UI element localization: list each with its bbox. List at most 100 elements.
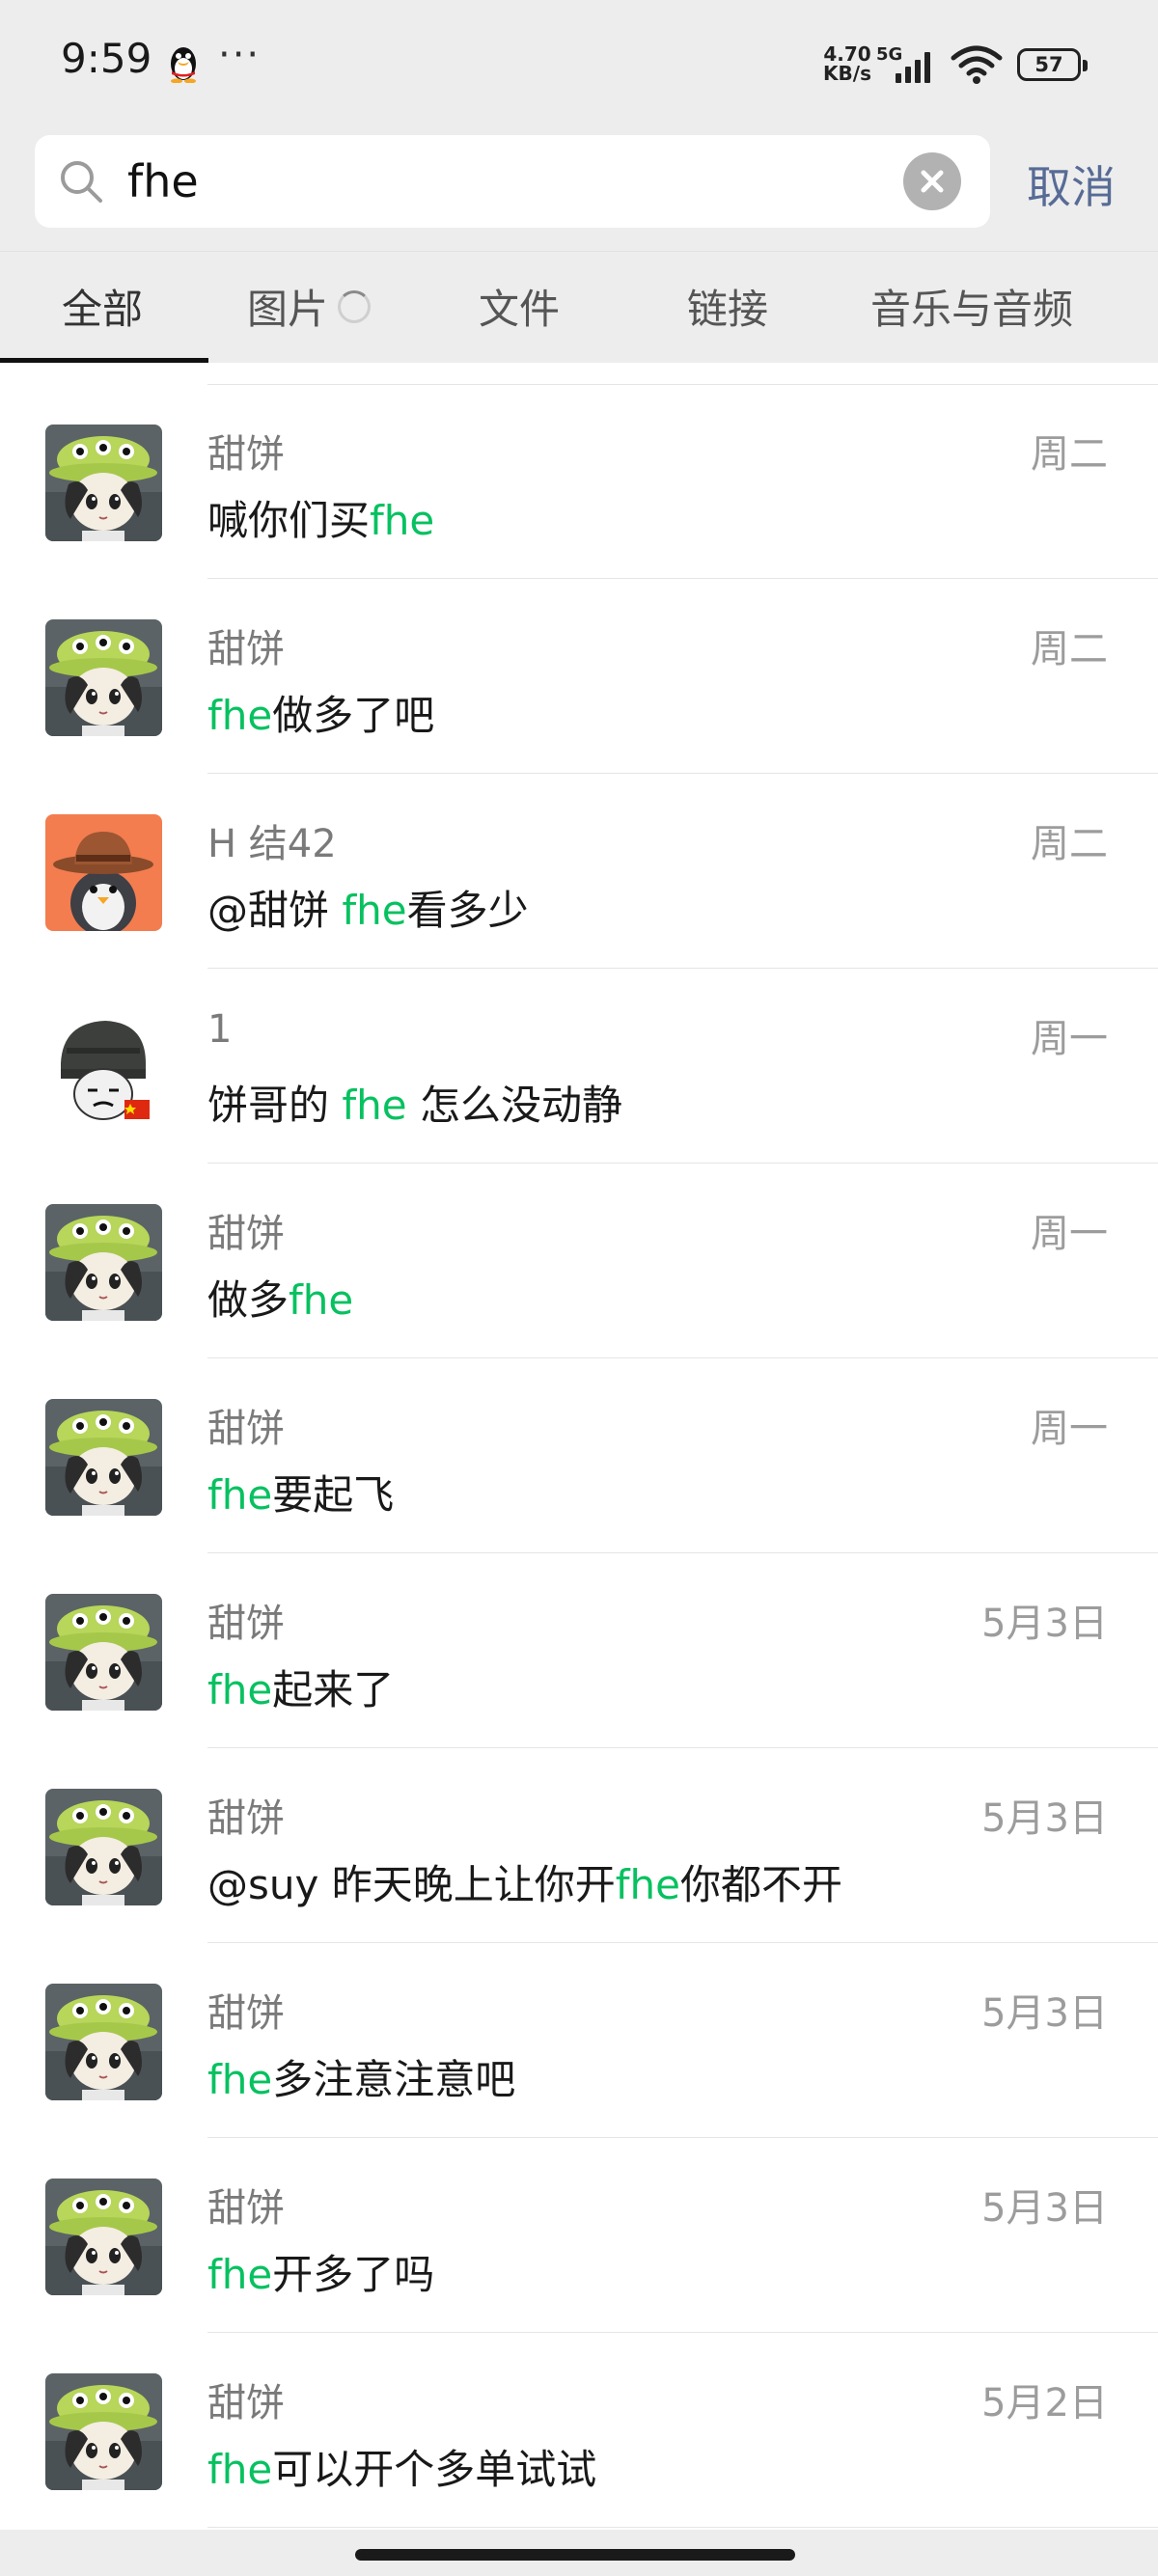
highlighted-keyword: fhe [207, 1666, 273, 1713]
avatar[interactable] [45, 1204, 162, 1321]
status-bar: 9:59 ··· 4.70 KB/s 5G 57 [0, 0, 1158, 127]
result-item[interactable]: 甜饼 5月2日 fhe可以开个多单试试 [0, 2333, 1158, 2528]
sender-name: 甜饼 [207, 1602, 285, 1646]
status-time: 9:59 [61, 35, 152, 82]
message-date: 5月2日 [981, 2381, 1108, 2425]
result-item[interactable]: 甜饼 周二 fhe做多了吧 [0, 579, 1158, 774]
network-speed: 4.70 KB/s [820, 44, 874, 83]
message-snippet: 喊你们买fhe [207, 488, 434, 547]
message-date: 5月3日 [981, 1796, 1108, 1841]
sender-name: 甜饼 [207, 2381, 285, 2425]
message-date: 周二 [1031, 822, 1108, 866]
sender-name: 甜饼 [207, 1991, 285, 2036]
highlighted-keyword: fhe [342, 1082, 407, 1129]
qq-penguin-icon [171, 47, 196, 83]
message-date: 周一 [1031, 1407, 1108, 1451]
message-text: 做多 [207, 1276, 290, 1324]
message-text: @suy 昨天晚上让你开 [207, 1861, 616, 1908]
tab-files[interactable]: 文件 [479, 277, 560, 336]
message-snippet: fhe起来了 [207, 1658, 394, 1716]
message-text: 喊你们买 [207, 497, 371, 544]
highlighted-keyword: fhe [207, 2056, 273, 2103]
highlighted-keyword: fhe [207, 2446, 273, 2493]
search-input[interactable] [127, 149, 899, 214]
message-date: 周一 [1031, 1017, 1108, 1061]
avatar[interactable] [45, 2179, 162, 2295]
tab-label: 全部 [62, 286, 144, 333]
home-indicator[interactable] [355, 2549, 795, 2561]
sender-name: 甜饼 [207, 1407, 285, 1451]
message-snippet: fhe做多了吧 [207, 683, 434, 742]
avatar[interactable] [45, 1984, 162, 2100]
divider [207, 2527, 1158, 2528]
avatar[interactable] [45, 814, 162, 931]
message-text: 做多了吧 [272, 692, 435, 739]
close-icon [921, 170, 944, 193]
highlighted-keyword: fhe [615, 1861, 680, 1908]
message-text: 多注意注意吧 [272, 2056, 516, 2103]
highlighted-keyword: fhe [207, 1471, 273, 1519]
message-text: @甜饼 [207, 887, 343, 934]
avatar[interactable] [45, 619, 162, 736]
message-text: 怎么没动静 [406, 1082, 622, 1129]
message-text: 起来了 [272, 1666, 395, 1713]
navigation-bar [0, 2530, 1158, 2576]
message-text: 饼哥的 [207, 1082, 343, 1129]
tab-images[interactable]: 图片 [247, 277, 372, 336]
search-results-list: 甜饼 周二 喊你们买fhe 甜饼 周二 fhe做多了吧 H 结42 周二 @甜饼 fhe看多… [0, 363, 1158, 2530]
result-item[interactable]: H 结42 周二 @甜饼 fhe看多少 [0, 774, 1158, 969]
battery-level: 57 [1034, 53, 1063, 76]
sender-name: 甜饼 [207, 1212, 285, 1256]
network-speed-unit: KB/s [823, 62, 871, 85]
tab-label: 链接 [687, 286, 769, 333]
result-item[interactable]: 甜饼 5月3日 fhe多注意注意吧 [0, 1943, 1158, 2138]
tab-label: 文件 [479, 286, 561, 333]
tab-label: 图片 [247, 286, 329, 333]
message-text: 开多了吗 [272, 2251, 435, 2298]
highlighted-keyword: fhe [342, 887, 407, 934]
avatar[interactable] [45, 1399, 162, 1516]
clear-search-button[interactable] [903, 152, 961, 210]
message-snippet: 做多fhe [207, 1268, 353, 1327]
battery-indicator: 57 [1017, 48, 1088, 81]
result-item[interactable]: 甜饼 5月3日 @suy 昨天晚上让你开fhe你都不开 [0, 1748, 1158, 1943]
highlighted-keyword: fhe [207, 2251, 273, 2298]
message-snippet: fhe可以开个多单试试 [207, 2437, 596, 2496]
message-date: 5月3日 [981, 1602, 1108, 1646]
sender-name: H 结42 [207, 822, 337, 866]
avatar[interactable] [45, 1009, 162, 1126]
tab-label: 音乐与音频 [870, 286, 1074, 333]
result-item[interactable]: 甜饼 5月3日 fhe开多了吗 [0, 2138, 1158, 2333]
message-date: 周二 [1031, 627, 1108, 671]
loading-spinner-icon [338, 289, 372, 323]
avatar[interactable] [45, 1789, 162, 1905]
avatar[interactable] [45, 1594, 162, 1711]
result-item[interactable]: 甜饼 5月3日 fhe起来了 [0, 1553, 1158, 1748]
message-snippet: fhe多注意注意吧 [207, 2047, 515, 2106]
message-date: 5月3日 [981, 1991, 1108, 2036]
message-snippet: fhe开多了吗 [207, 2242, 434, 2301]
message-text: 你都不开 [679, 1861, 842, 1908]
sender-name: 1 [207, 1007, 233, 1052]
message-snippet: @甜饼 fhe看多少 [207, 878, 529, 937]
message-snippet: fhe要起飞 [207, 1463, 394, 1521]
avatar[interactable] [45, 2373, 162, 2490]
message-text: 看多少 [406, 887, 529, 934]
signal-icon [896, 52, 930, 83]
message-text: 要起飞 [272, 1471, 395, 1519]
search-bar[interactable] [35, 135, 990, 228]
avatar[interactable] [45, 425, 162, 541]
network-speed-value: 4.70 [823, 42, 871, 66]
tab-all[interactable]: 全部 [62, 277, 143, 336]
message-date: 周一 [1031, 1212, 1108, 1256]
sender-name: 甜饼 [207, 2186, 285, 2231]
message-snippet: @suy 昨天晚上让你开fhe你都不开 [207, 1852, 842, 1911]
tab-music-audio[interactable]: 音乐与音频 [870, 277, 1073, 336]
result-item[interactable]: 甜饼 周一做多fhe [0, 1164, 1158, 1358]
result-item[interactable]: 1 周一饼哥的 fhe 怎么没动静 [0, 969, 1158, 1164]
filter-tabs: 全部 图片 文件 链接 音乐与音频 [0, 251, 1158, 364]
result-item[interactable]: 甜饼 周二 喊你们买fhe [0, 384, 1158, 579]
result-item[interactable]: 甜饼 周一 fhe要起飞 [0, 1358, 1158, 1553]
cancel-button[interactable]: 取消 [1027, 152, 1116, 216]
tab-links[interactable]: 链接 [687, 277, 768, 336]
